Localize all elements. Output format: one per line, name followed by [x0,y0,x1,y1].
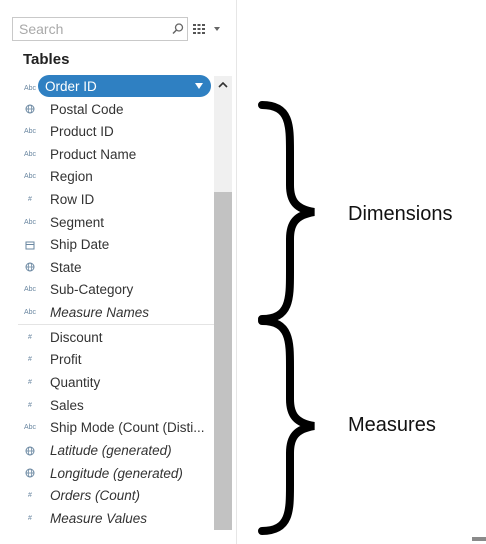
globe-icon [24,261,36,273]
abc-type-icon: Abc [23,84,37,92]
field-label: Discount [50,329,103,345]
globe-icon [24,445,36,457]
field-measure-values[interactable]: # Measure Values [18,508,214,530]
globe-icon [24,467,36,479]
field-label: Orders (Count) [50,488,141,504]
field-label: Product Name [50,146,137,162]
abc-type-icon: Abc [23,173,37,181]
measures-brace [258,317,315,535]
field-label: Sales [50,397,84,413]
scrollbar-thumb[interactable] [214,192,232,530]
abc-type-icon: Abc [23,286,37,294]
field-sales[interactable]: # Sales [18,394,214,416]
field-longitude-generated[interactable]: Longitude (generated) [18,462,214,484]
field-quantity[interactable]: # Quantity [18,371,214,393]
field-label: Measure Names [50,304,150,320]
field-row-id[interactable]: # Row ID [18,188,214,210]
view-grid-icon[interactable] [193,23,205,35]
field-ship-mode-count-disti[interactable]: Abc Ship Mode (Count (Disti... [18,417,214,439]
dimensions-brace [258,101,315,323]
abc-type-icon: Abc [23,218,37,226]
number-type-icon: # [28,356,32,364]
search-box [12,17,188,41]
abc-type-icon: Abc [23,128,37,136]
number-type-icon: # [28,333,32,341]
number-type-icon: # [28,515,32,523]
tables-heading: Tables [23,51,70,68]
data-pane: Tables Abc Order ID Postal Code Abc Produc… [0,0,237,544]
field-label: Longitude (generated) [50,465,183,481]
field-label: Region [50,169,93,185]
field-label: Segment [50,214,105,230]
field-label: Row ID [50,191,95,207]
scroll-up-button[interactable] [214,76,232,94]
field-product-id[interactable]: Abc Product ID [18,121,214,143]
field-label: Ship Mode (Count (Disti... [50,420,205,436]
field-label: Sub-Category [50,282,134,298]
field-label: Profit [50,352,82,368]
corner-mark [472,537,486,541]
search-icon[interactable] [171,22,185,36]
field-postal-code[interactable]: Postal Code [18,98,214,120]
field-region[interactable]: Abc Region [18,166,214,188]
field-product-name[interactable]: Abc Product Name [18,143,214,165]
dimensions-annotation: Dimensions [348,203,453,225]
abc-type-icon: Abc [23,308,37,316]
field-order-id[interactable]: Order ID [38,75,211,97]
field-label: Measure Values [50,511,148,527]
dropdown-arrow-icon[interactable] [195,83,203,89]
chevron-down-icon[interactable] [213,26,221,32]
number-type-icon: # [28,401,32,409]
abc-type-icon: Abc [23,150,37,158]
field-latitude-generated[interactable]: Latitude (generated) [18,440,214,462]
field-profit[interactable]: # Profit [18,349,214,371]
field-label: Ship Date [50,237,110,253]
globe-icon [24,103,36,115]
field-discount[interactable]: # Discount [18,326,214,348]
field-label: Quantity [50,374,101,390]
number-type-icon: # [28,378,32,386]
search-input[interactable] [19,21,167,37]
abc-type-icon: Abc [23,424,37,432]
field-state[interactable]: State [18,256,214,278]
number-type-icon: # [28,195,32,203]
field-label: Latitude (generated) [50,443,172,458]
chevron-up-icon [218,82,228,88]
divider [18,324,214,325]
field-ship-date[interactable]: Ship Date [18,234,214,256]
measures-annotation: Measures [348,414,436,436]
field-label: Product ID [50,124,114,140]
field-sub-category[interactable]: Abc Sub-Category [18,279,214,301]
number-type-icon: # [28,492,32,500]
field-label: Postal Code [50,101,124,117]
field-orders-count[interactable]: # Orders (Count) [18,485,214,507]
field-label: State [50,259,82,275]
field-label: Order ID [45,78,97,94]
field-segment[interactable]: Abc Segment [18,211,214,233]
field-measure-names[interactable]: Abc Measure Names [18,301,214,323]
calendar-icon [24,239,36,251]
